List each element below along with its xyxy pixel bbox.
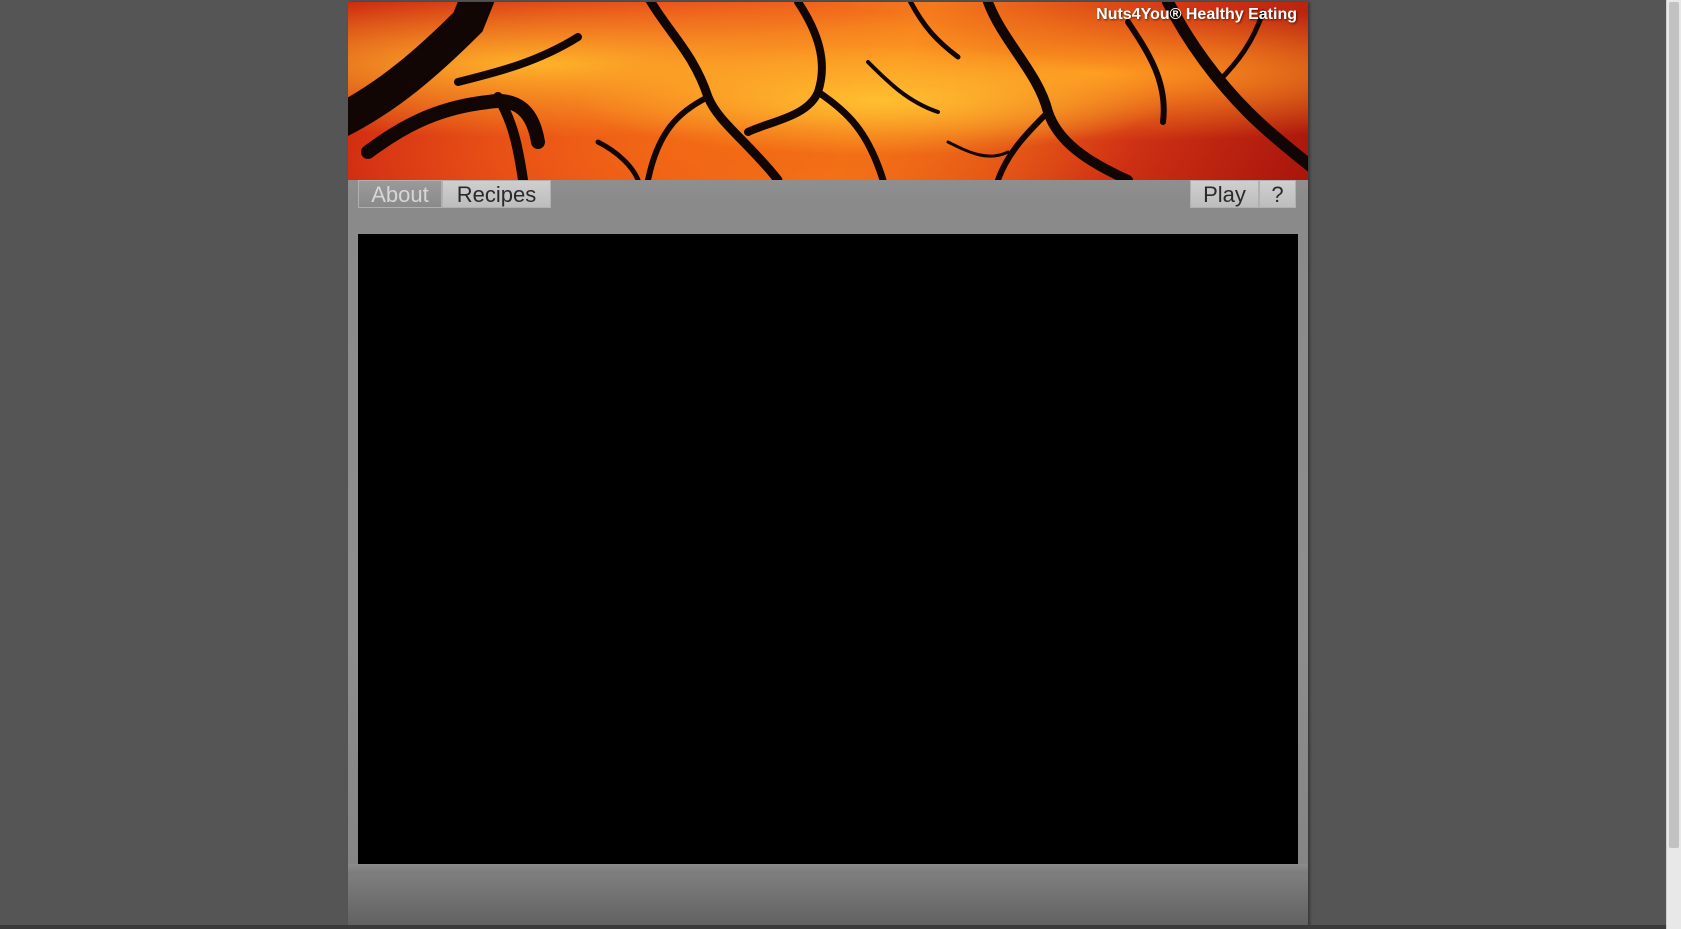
autumn-tree-banner: Nuts4You® Healthy Eating <box>348 2 1308 180</box>
content-area[interactable] <box>358 234 1298 864</box>
page-container: Nuts4You® Healthy Eating About Recipes P… <box>348 2 1308 929</box>
footer-band <box>348 864 1308 874</box>
nav-about-button[interactable]: About <box>358 180 442 208</box>
nav-help-button[interactable]: ? <box>1259 180 1296 208</box>
browser-viewport: Nuts4You® Healthy Eating About Recipes P… <box>0 0 1666 929</box>
nav-play-button[interactable]: Play <box>1190 180 1259 208</box>
tree-branches-graphic <box>348 2 1308 180</box>
nav-recipes-button[interactable]: Recipes <box>442 180 551 208</box>
site-title[interactable]: Nuts4You® Healthy Eating <box>1096 6 1297 24</box>
scrollbar-thumb[interactable] <box>1669 2 1679 848</box>
vertical-scrollbar[interactable] <box>1666 0 1681 929</box>
bottom-strip <box>0 925 1666 929</box>
nav-bar: About Recipes Play ? <box>348 180 1308 208</box>
